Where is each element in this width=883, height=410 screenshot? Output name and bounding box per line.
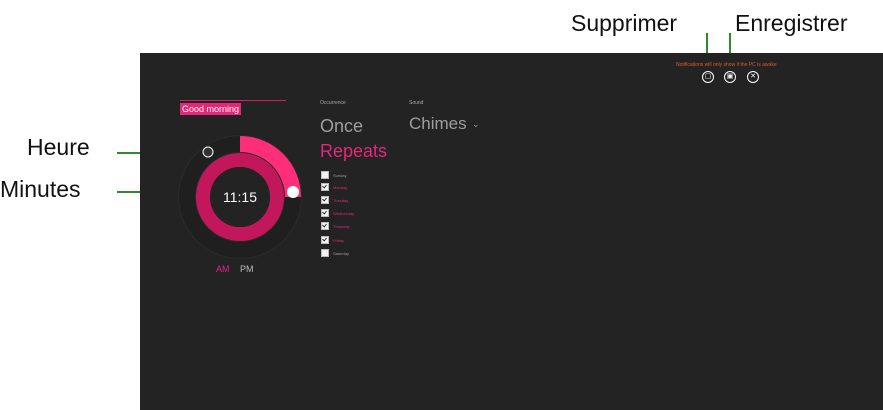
callout-supprimer: Supprimer — [571, 10, 678, 36]
alarm-name-underline — [180, 100, 286, 101]
save-icon[interactable]: ▣ — [724, 71, 736, 83]
day-row-saturday[interactable]: Saturday — [321, 249, 349, 257]
day-label: Friday — [333, 237, 345, 243]
pm-toggle[interactable]: PM — [240, 264, 254, 274]
day-label: Wednesday — [333, 210, 355, 216]
time-dial[interactable]: 11:15 — [178, 135, 302, 259]
day-checkbox[interactable] — [321, 209, 329, 217]
day-label: Thursday — [333, 223, 350, 229]
callout-minutes: Minutes — [0, 176, 81, 202]
day-checkbox[interactable] — [321, 222, 329, 230]
day-checkbox[interactable] — [321, 183, 329, 191]
hour-handle[interactable] — [202, 146, 214, 158]
day-checkbox[interactable] — [321, 171, 329, 179]
time-display: 11:15 — [223, 189, 257, 205]
day-label: Tuesday — [333, 197, 349, 203]
occurrence-label: Occurrence — [320, 100, 346, 106]
occurrence-once[interactable]: Once — [320, 117, 363, 135]
day-row-tuesday[interactable]: Tuesday — [321, 196, 348, 204]
alarm-edit-screen: Good morning 11:15 AM PM Occurrence Once… — [140, 53, 883, 410]
occurrence-repeats[interactable]: Repeats — [320, 142, 387, 160]
day-row-friday[interactable]: Friday — [321, 236, 344, 244]
trash-icon[interactable]: ▢ — [702, 71, 714, 83]
day-label: Sunday — [333, 172, 347, 178]
chevron-down-icon[interactable]: ⌄ — [472, 119, 480, 130]
close-icon[interactable]: ✕ — [747, 71, 759, 83]
day-checkbox[interactable] — [321, 196, 329, 204]
callout-enregistrer: Enregistrer — [735, 10, 848, 36]
sound-select[interactable]: Chimes — [409, 114, 467, 134]
day-row-thursday[interactable]: Thursday — [321, 222, 350, 230]
day-label: Saturday — [333, 250, 350, 256]
day-label: Monday — [333, 184, 348, 190]
alarm-name-field[interactable]: Good morning — [180, 103, 242, 115]
am-toggle[interactable]: AM — [216, 264, 230, 274]
day-row-wednesday[interactable]: Wednesday — [321, 209, 354, 217]
day-checkbox[interactable] — [321, 249, 329, 257]
day-row-sunday[interactable]: Sunday — [321, 171, 347, 179]
day-checkbox[interactable] — [321, 236, 329, 244]
minute-handle[interactable] — [287, 186, 299, 198]
callout-heure: Heure — [27, 134, 90, 160]
day-row-monday[interactable]: Monday — [321, 183, 347, 191]
notification-warning: Notifications will only show if the PC i… — [676, 62, 777, 68]
sound-label: Sound — [409, 100, 424, 106]
